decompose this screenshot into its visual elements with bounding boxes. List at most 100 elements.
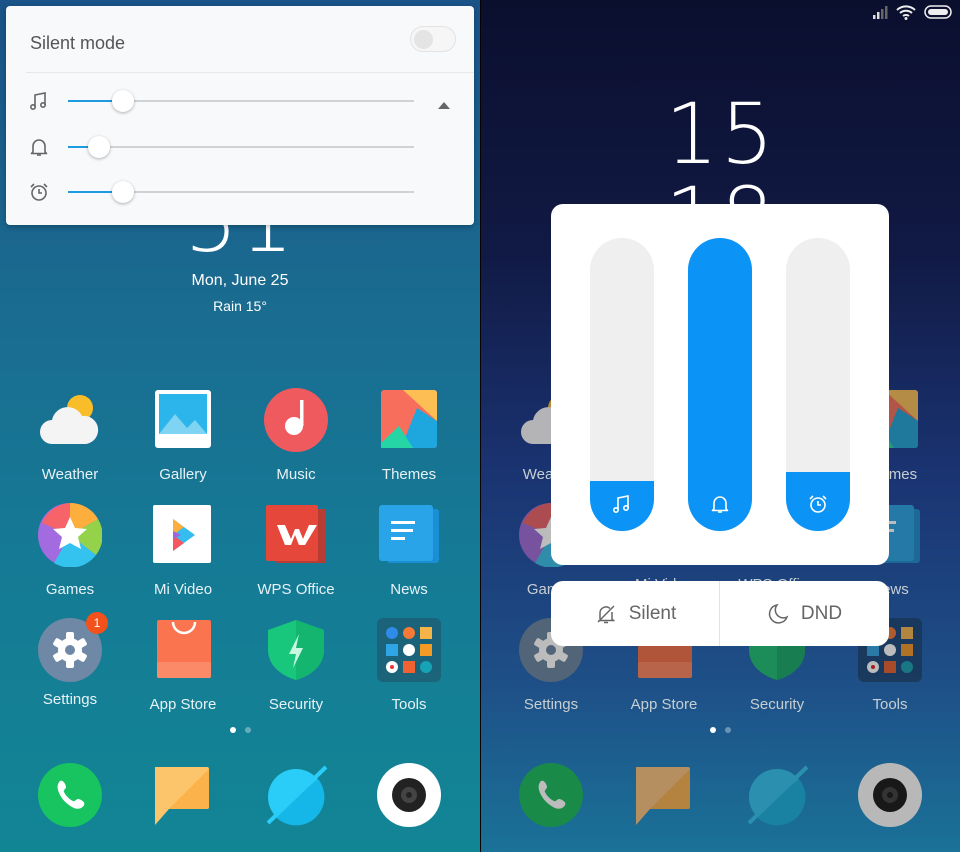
right-phone-screen: 15 18 Weather Themes Games Mi Video WPS …: [481, 0, 960, 852]
app-label: Security: [268, 696, 324, 713]
toggle-knob: [414, 30, 433, 49]
ringer-volume-slider[interactable]: [68, 136, 414, 158]
clock-hour: 15: [665, 85, 776, 183]
dock-browser[interactable]: [241, 763, 351, 832]
silent-label: Silent: [628, 602, 677, 624]
app-label: Games: [45, 581, 95, 598]
bell-off-icon: [597, 604, 616, 623]
app-label: Gallery: [159, 466, 207, 483]
app-label: App Store: [149, 696, 217, 713]
music-note-icon: [29, 92, 47, 111]
app-label: Themes: [381, 466, 437, 483]
ringer-volume-bar[interactable]: [688, 238, 752, 531]
browser-icon: [266, 765, 328, 826]
news-icon: [379, 505, 439, 563]
date-label: Mon, June 25: [191, 272, 289, 289]
bell-icon: [711, 496, 729, 513]
app-label: News: [390, 581, 428, 598]
app-music[interactable]: Music: [241, 388, 351, 483]
alarm-volume-row: [28, 177, 458, 207]
page-dot-2[interactable]: [244, 727, 251, 733]
volume-fill: [688, 238, 752, 531]
themes-icon: [381, 390, 437, 448]
app-app-store[interactable]: App Store: [128, 618, 238, 713]
divider: [26, 72, 474, 73]
dock-camera[interactable]: [354, 763, 464, 832]
camera-icon: [377, 763, 441, 827]
dock-browser[interactable]: [722, 763, 832, 832]
slider-thumb[interactable]: [112, 181, 135, 203]
alarm-clock-icon: [30, 183, 48, 201]
app-settings[interactable]: 1 Settings: [15, 612, 125, 708]
music-icon: [264, 388, 328, 452]
wps-office-icon: [266, 505, 326, 563]
gallery-icon: [155, 390, 211, 448]
page-dot-1[interactable]: [710, 727, 716, 733]
app-store-icon: [157, 620, 211, 678]
page-dot-1[interactable]: [229, 727, 236, 733]
app-label: Music: [276, 466, 316, 483]
phone-icon: [38, 763, 102, 827]
app-games[interactable]: Games: [15, 502, 125, 598]
app-label: Settings: [523, 696, 579, 713]
alarm-clock-icon: [809, 495, 827, 513]
left-phone-screen: 10 51 Mon, June 25 Rain 15° Silent mode …: [0, 0, 480, 852]
dock-camera[interactable]: [835, 763, 945, 832]
battery-icon: [924, 5, 952, 19]
volume-card: [551, 204, 889, 565]
dock-phone[interactable]: [496, 763, 606, 832]
silent-mode-label: Silent mode: [30, 33, 126, 53]
page-indicator: [481, 727, 960, 733]
tools-folder-icon: [377, 618, 441, 682]
ringer-volume-row: [28, 132, 458, 162]
app-label: Tools: [872, 696, 908, 713]
app-label: Weather: [41, 466, 99, 483]
app-themes[interactable]: Themes: [354, 388, 464, 483]
dock-messages[interactable]: [128, 763, 238, 832]
caret-up-icon[interactable]: [438, 102, 450, 109]
app-wps-office[interactable]: WPS Office: [241, 503, 351, 598]
moon-icon: [768, 603, 789, 624]
phone-icon: [519, 763, 583, 827]
alarm-volume-slider[interactable]: [68, 181, 414, 203]
app-label: Mi Video: [153, 581, 213, 598]
app-label: Security: [749, 696, 805, 713]
silent-button[interactable]: Silent: [551, 581, 720, 646]
app-label: Settings: [42, 691, 98, 708]
bell-icon: [30, 139, 48, 156]
weather-label: Rain 15°: [213, 298, 267, 314]
page-dot-2[interactable]: [725, 727, 731, 733]
app-weather[interactable]: Weather: [15, 388, 125, 483]
sound-mode-bar: Silent DND: [551, 581, 889, 646]
slider-thumb[interactable]: [112, 90, 135, 112]
mi-video-icon: [153, 505, 211, 563]
volume-panel: Silent mode: [6, 6, 474, 225]
media-volume-row: [28, 86, 458, 116]
slider-thumb[interactable]: [88, 136, 111, 158]
weather-icon: [40, 395, 99, 444]
dnd-button[interactable]: DND: [720, 581, 889, 646]
app-news[interactable]: News: [354, 503, 464, 598]
camera-icon: [858, 763, 922, 827]
security-icon: [268, 620, 324, 680]
browser-icon: [747, 765, 809, 826]
app-tools-folder[interactable]: Tools: [354, 618, 464, 713]
app-gallery[interactable]: Gallery: [128, 388, 238, 483]
messages-icon: [155, 767, 209, 825]
app-label: App Store: [630, 696, 698, 713]
media-volume-bar[interactable]: [590, 238, 654, 531]
silent-mode-toggle[interactable]: [410, 26, 456, 52]
dock-phone[interactable]: [15, 763, 125, 832]
dock-messages[interactable]: [609, 763, 719, 832]
app-label: Tools: [391, 696, 427, 713]
dnd-label: DND: [800, 602, 843, 624]
wifi-icon: [896, 5, 916, 20]
music-note-icon: [612, 495, 630, 514]
notification-badge: 1: [86, 612, 108, 634]
app-mi-video[interactable]: Mi Video: [128, 503, 238, 598]
alarm-volume-bar[interactable]: [786, 238, 850, 531]
messages-icon: [636, 767, 690, 825]
status-bar: [872, 4, 952, 20]
media-volume-slider[interactable]: [68, 90, 414, 112]
app-security[interactable]: Security: [241, 618, 351, 713]
